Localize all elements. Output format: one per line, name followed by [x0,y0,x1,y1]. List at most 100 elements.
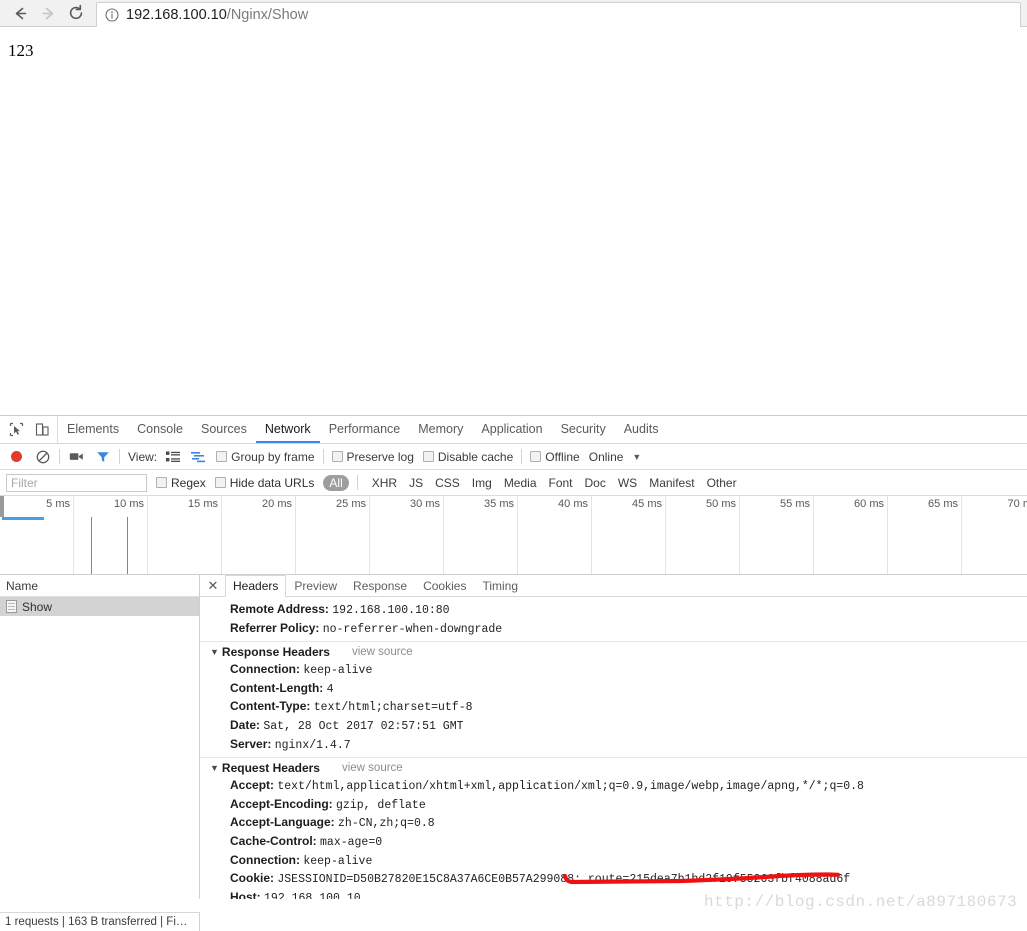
checkbox-box [331,451,343,462]
chevron-down-icon[interactable]: ▼ [632,452,641,462]
header-name: Cookie: [230,871,275,886]
header-value: 192.168.100.10 [264,891,361,899]
reload-button[interactable] [62,1,90,25]
filter-type-doc[interactable]: Doc [579,475,612,491]
waterfall-view-icon[interactable] [190,448,207,465]
tab-network[interactable]: Network [255,416,320,443]
details-tabbar: ✕ Headers Preview Response Cookies Timin… [200,575,1027,597]
tick-label: 60 ms [854,498,884,510]
disable-cache-label: Disable cache [437,449,514,464]
network-status-bar: 1 requests | 163 B transferred | Fi… [0,912,200,931]
tab-sources[interactable]: Sources [192,416,256,443]
header-name: Connection: [230,662,300,677]
tick-label: 45 ms [632,498,662,510]
tab-headers[interactable]: Headers [225,575,287,597]
url-path: /Nginx/Show [226,6,309,23]
filter-type-xhr[interactable]: XHR [366,475,403,491]
tick-label: 55 ms [780,498,810,510]
header-name: Server: [230,736,272,751]
request-header-cookie: Cookie: JSESSIONID=D50B27820E15C8A37A6CE… [200,870,1027,889]
header-remote-address: Remote Address: 192.168.100.10:80 [200,601,1027,620]
tab-console[interactable]: Console [128,416,192,443]
tab-response[interactable]: Response [345,575,415,596]
tick-label: 50 ms [706,498,736,510]
header-value: max-age=0 [320,835,383,849]
offline-label: Offline [545,449,580,464]
back-button[interactable] [6,1,34,25]
header-name: Accept: [230,778,275,793]
disable-cache-checkbox[interactable]: Disable cache [422,449,514,464]
response-headers-section-header[interactable]: ▼ Response Headers view source [200,641,1027,661]
checkbox-box [156,477,167,488]
list-view-icon[interactable] [164,448,181,465]
online-throttling-select[interactable]: Online [589,450,624,464]
network-split-pane: Name Show ✕ Headers Preview Response Coo… [0,575,1027,899]
filter-type-other[interactable]: Other [701,475,743,491]
offline-checkbox[interactable]: Offline [530,449,580,464]
info-circle-icon[interactable] [105,7,119,22]
filter-type-all[interactable]: All [323,474,349,491]
headers-pane: Remote Address: 192.168.100.10:80 Referr… [200,597,1027,899]
header-value: keep-alive [303,664,373,678]
header-name: Cache-Control: [230,833,317,848]
filter-type-manifest[interactable]: Manifest [643,475,700,491]
filter-type-font[interactable]: Font [543,475,579,491]
regex-checkbox[interactable]: Regex [156,476,206,490]
record-circle-icon[interactable] [8,448,25,465]
table-row[interactable]: Show [0,597,199,616]
device-toolbar-icon[interactable] [34,421,51,438]
network-overview-timeline[interactable]: 5 ms 10 ms 15 ms 20 ms 25 ms 30 ms 35 ms… [0,496,1027,575]
tab-performance[interactable]: Performance [320,416,410,443]
tick-label: 35 ms [484,498,514,510]
header-referrer-policy: Referrer Policy: no-referrer-when-downgr… [200,620,1027,639]
tab-elements[interactable]: Elements [58,416,128,443]
view-label: View: [128,449,158,464]
tab-application[interactable]: Application [472,416,551,443]
view-source-link[interactable]: view source [352,643,413,661]
tab-timing[interactable]: Timing [474,575,526,596]
preserve-log-checkbox[interactable]: Preserve log [331,450,414,464]
request-name: Show [22,599,53,614]
hide-data-urls-label: Hide data URLs [229,475,315,490]
group-by-frame-checkbox[interactable]: Group by frame [216,449,315,464]
request-details-pane: ✕ Headers Preview Response Cookies Timin… [200,575,1027,899]
response-header-connection: Connection: keep-alive [200,661,1027,680]
tick-label: 25 ms [336,498,366,510]
camera-icon[interactable] [68,448,85,465]
filter-input[interactable] [6,473,147,492]
tab-security[interactable]: Security [552,416,615,443]
filter-type-ws[interactable]: WS [612,475,643,491]
address-bar[interactable]: 192.168.100.10/Nginx/Show [96,1,1021,27]
filter-type-media[interactable]: Media [498,475,543,491]
funnel-icon[interactable] [94,448,111,465]
tab-memory[interactable]: Memory [409,416,472,443]
header-name: Date: [230,717,261,732]
request-header-cache-control: Cache-Control: max-age=0 [200,833,1027,852]
request-column-header[interactable]: Name [0,575,199,597]
tab-preview[interactable]: Preview [286,575,345,596]
tick-label: 65 ms [928,498,958,510]
tick-label: 30 ms [410,498,440,510]
tick-label: 5 ms [46,498,70,510]
filter-type-img[interactable]: Img [466,475,498,491]
request-headers-section-header[interactable]: ▼ Request Headers view source [200,757,1027,777]
header-value: keep-alive [303,854,373,868]
filter-type-js[interactable]: JS [403,475,429,491]
view-source-link[interactable]: view source [342,759,403,777]
header-value: text/html,application/xhtml+xml,applicat… [277,780,864,794]
clear-prohibited-icon[interactable] [34,448,51,465]
request-header-connection: Connection: keep-alive [200,852,1027,871]
overview-request-bar [2,517,44,520]
group-by-frame-label: Group by frame [231,449,315,464]
filter-type-css[interactable]: CSS [429,475,466,491]
inspect-element-icon[interactable] [8,421,25,438]
header-name: Connection: [230,852,300,867]
tab-cookies[interactable]: Cookies [415,575,474,596]
close-icon[interactable]: ✕ [205,575,221,596]
triangle-down-icon: ▼ [210,763,219,774]
forward-button[interactable] [34,1,62,25]
tab-audits[interactable]: Audits [615,416,668,443]
header-value: gzip, deflate [336,798,426,812]
hide-data-urls-checkbox[interactable]: Hide data URLs [214,475,315,490]
header-name: Accept-Language: [230,815,335,830]
